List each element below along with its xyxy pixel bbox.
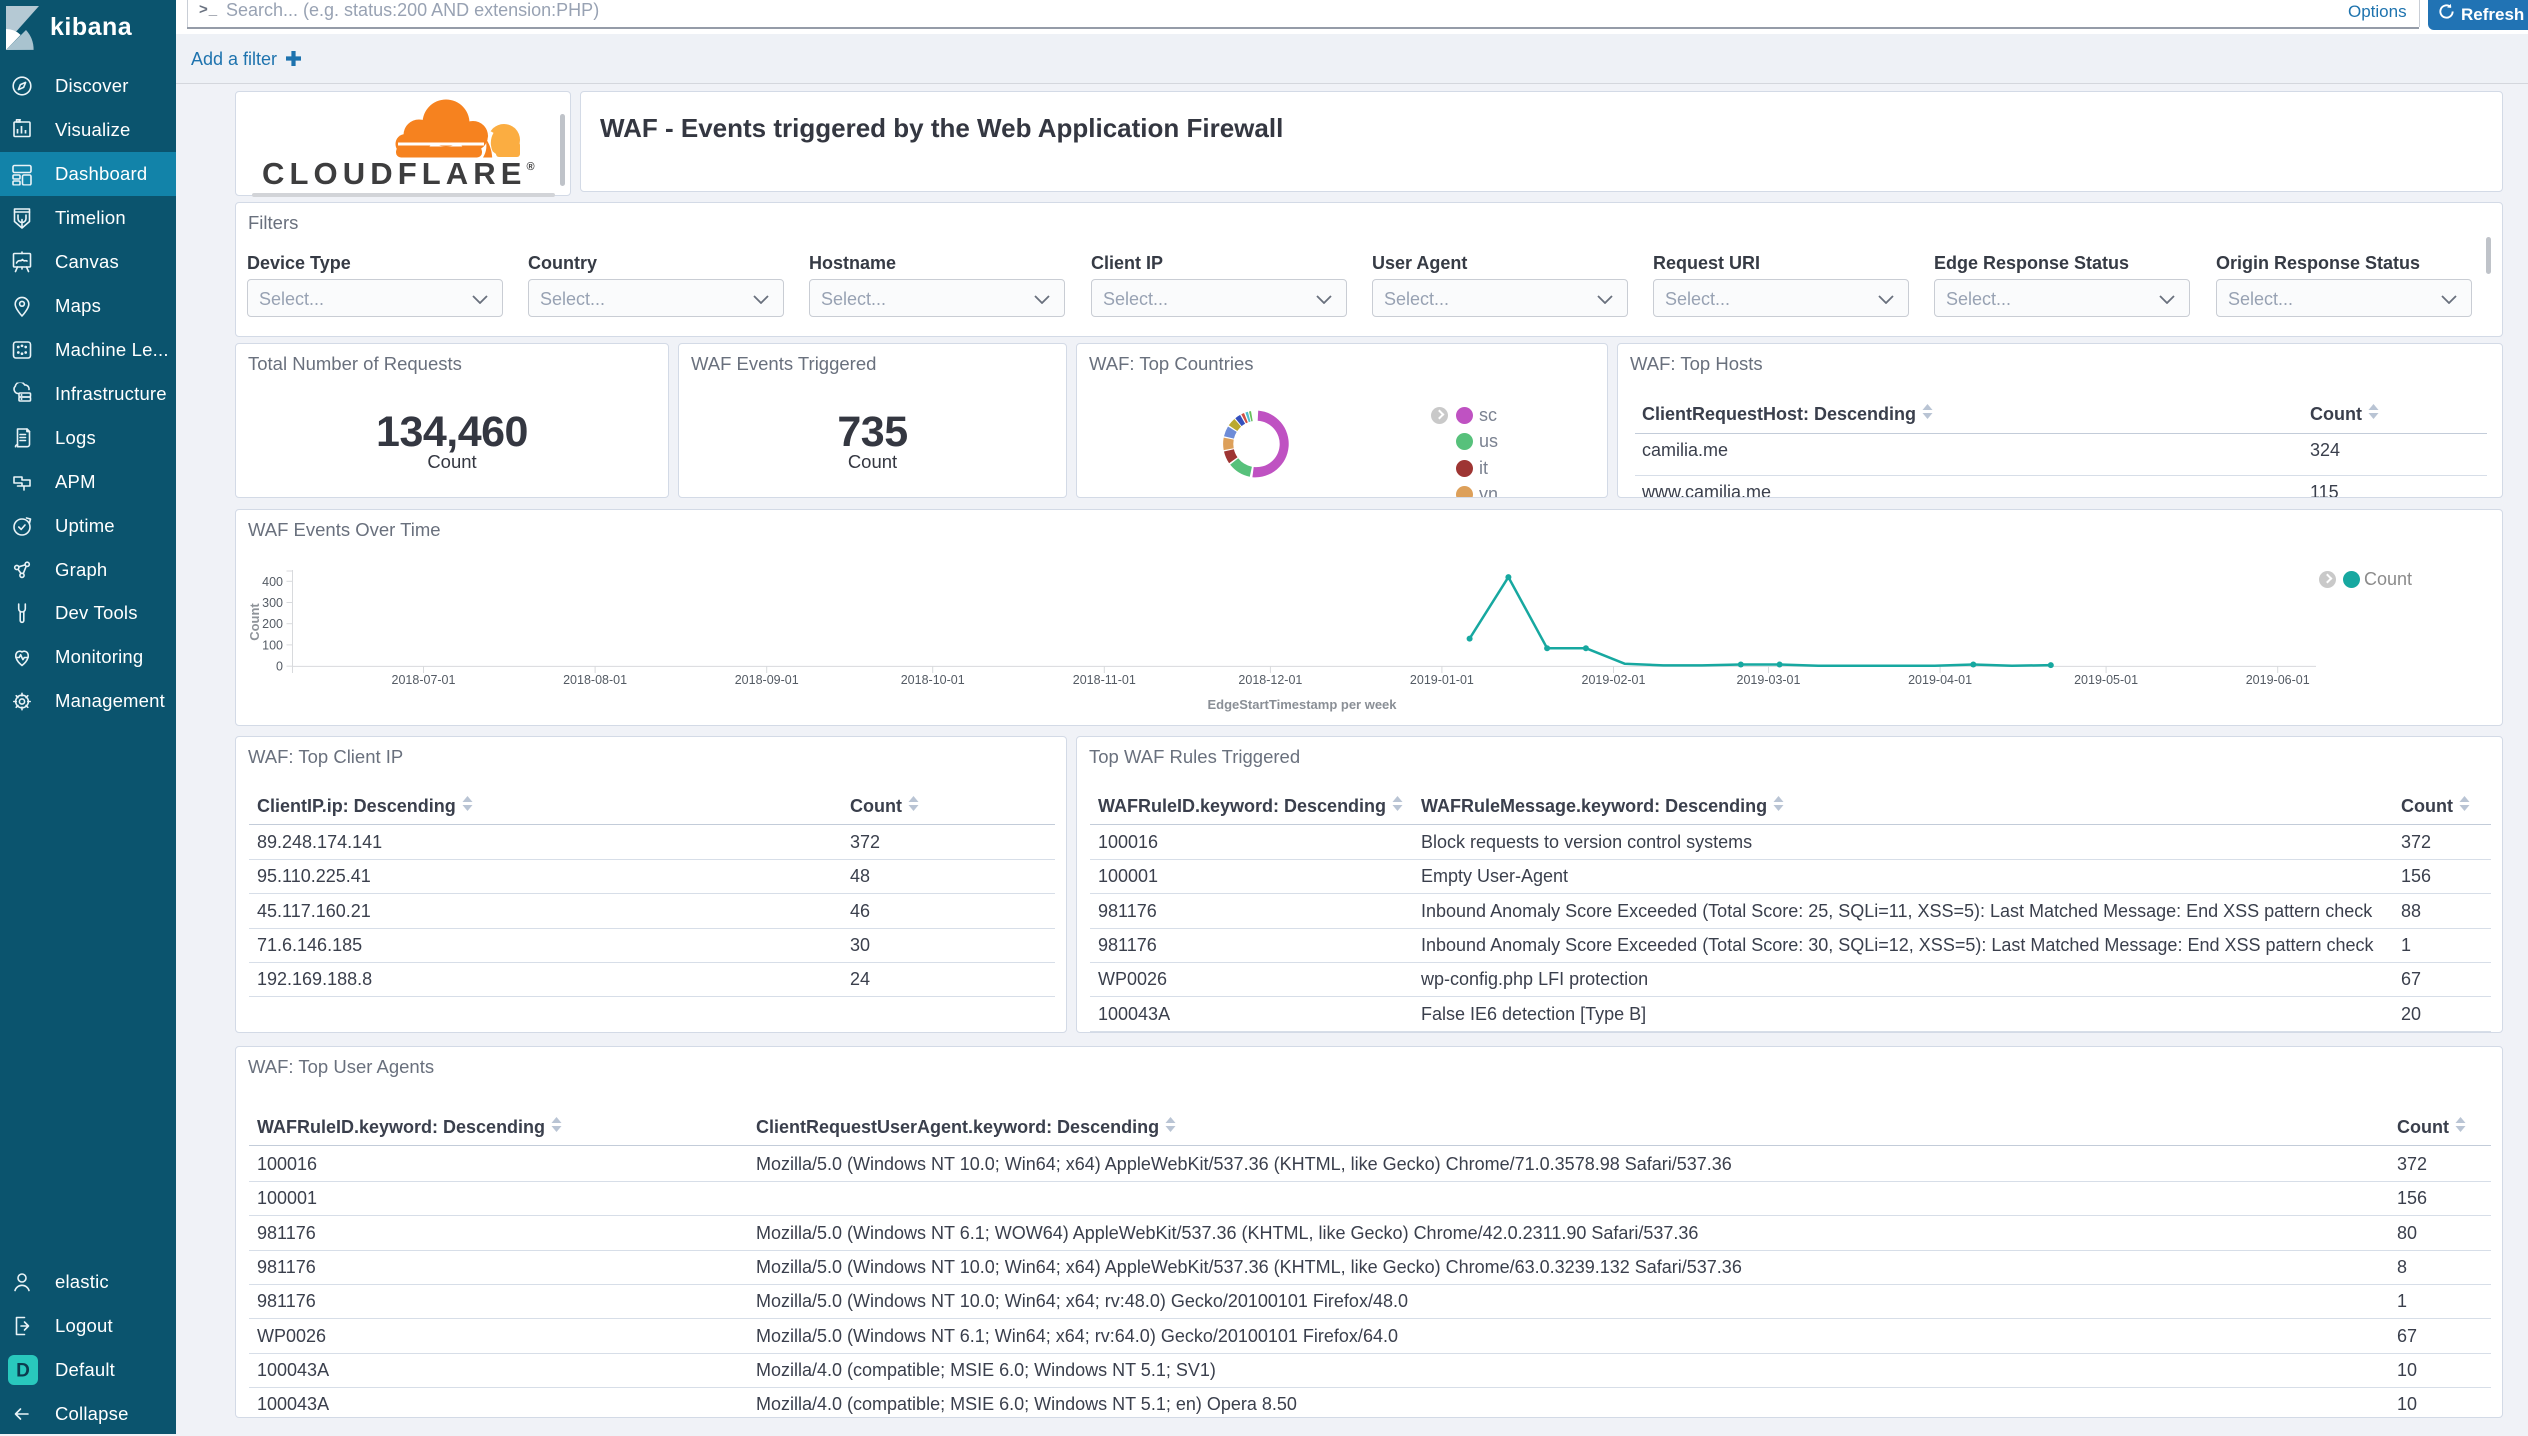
svg-text:Count: Count [247, 603, 262, 641]
svg-text:2018-07-01: 2018-07-01 [392, 673, 456, 687]
svg-text:2019-05-01: 2019-05-01 [2074, 673, 2138, 687]
svg-text:2018-11-01: 2018-11-01 [1073, 673, 1136, 687]
svg-text:2018-12-01: 2018-12-01 [1238, 673, 1302, 687]
svg-text:2019-01-01: 2019-01-01 [1410, 673, 1474, 687]
svg-text:400: 400 [262, 575, 283, 589]
svg-text:2019-03-01: 2019-03-01 [1737, 673, 1801, 687]
svg-text:200: 200 [262, 617, 283, 631]
svg-text:2019-04-01: 2019-04-01 [1908, 673, 1972, 687]
svg-text:300: 300 [262, 596, 283, 610]
svg-text:2018-09-01: 2018-09-01 [735, 673, 799, 687]
svg-text:2018-08-01: 2018-08-01 [563, 673, 627, 687]
svg-text:100: 100 [262, 638, 283, 652]
svg-text:0: 0 [276, 660, 283, 674]
svg-text:2019-06-01: 2019-06-01 [2246, 673, 2310, 687]
svg-text:2018-10-01: 2018-10-01 [901, 673, 965, 687]
svg-text:2019-02-01: 2019-02-01 [1582, 673, 1646, 687]
svg-text:D: D [16, 1361, 30, 1382]
